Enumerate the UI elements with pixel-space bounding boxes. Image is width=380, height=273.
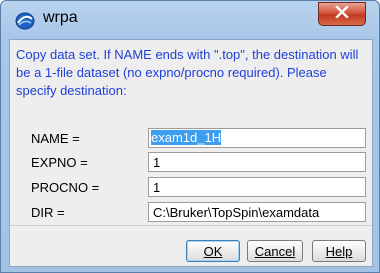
dir-label: DIR = bbox=[31, 205, 65, 220]
procno-input[interactable] bbox=[148, 177, 366, 197]
instruction-message: Copy data set. If NAME ends with ".top",… bbox=[16, 47, 359, 98]
dialog-content: Copy data set. If NAME ends with ".top",… bbox=[9, 39, 373, 267]
name-input-selected-text: exam1d_1H bbox=[151, 130, 222, 145]
name-label: NAME = bbox=[31, 131, 80, 146]
expno-label: EXPNO = bbox=[31, 155, 88, 170]
dir-input[interactable] bbox=[148, 202, 366, 222]
ok-button[interactable]: OK bbox=[186, 240, 240, 262]
title-bar[interactable]: wrpa bbox=[1, 1, 379, 41]
close-icon bbox=[335, 5, 349, 23]
help-button[interactable]: Help bbox=[312, 240, 366, 262]
expno-input[interactable] bbox=[148, 152, 366, 172]
button-separator bbox=[10, 225, 372, 226]
window-title: wrpa bbox=[43, 9, 78, 26]
cancel-button[interactable]: Cancel bbox=[247, 240, 303, 262]
topspin-app-icon bbox=[15, 11, 35, 31]
procno-label: PROCNO = bbox=[31, 180, 100, 195]
name-input[interactable]: exam1d_1H bbox=[148, 128, 366, 148]
close-button[interactable] bbox=[318, 2, 366, 26]
dialog-window: wrpa Copy data set. If NAME ends with ".… bbox=[0, 0, 380, 273]
